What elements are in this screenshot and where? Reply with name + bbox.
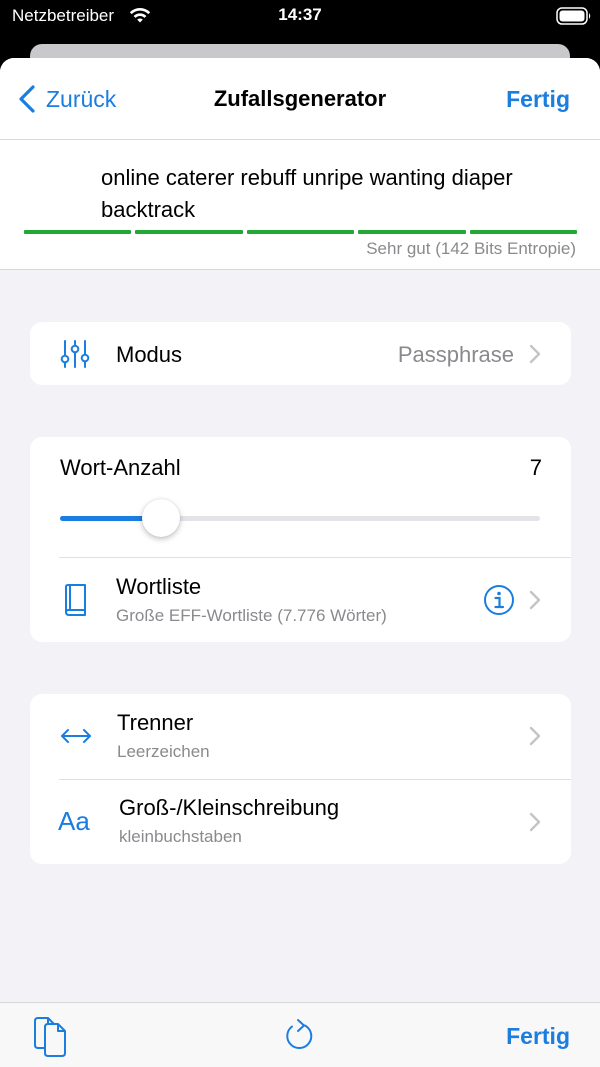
arrows-horizontal-icon	[61, 729, 91, 743]
chevron-right-icon	[529, 344, 541, 364]
navigation-bar: Zurück Zufallsgenerator Fertig	[0, 58, 600, 140]
status-bar: Netzbetreiber 14:37	[0, 0, 600, 32]
sliders-icon	[60, 340, 90, 368]
strength-segment	[246, 230, 355, 234]
format-settings-group: Trenner Leerzeichen Aa Groß-/Kleinschrei…	[30, 694, 571, 864]
book-icon	[65, 584, 86, 616]
word-count-slider[interactable]	[60, 499, 540, 537]
word-settings-group: Wort-Anzahl 7 Wortliste Große EFF-Wortli…	[30, 437, 571, 642]
strength-segment	[469, 230, 578, 234]
slider-thumb[interactable]	[141, 499, 180, 537]
battery-icon	[556, 7, 591, 25]
mode-title: Modus	[116, 342, 183, 367]
word-count-row: Wort-Anzahl 7	[30, 437, 571, 557]
chevron-right-icon	[529, 812, 541, 832]
clock: 14:37	[278, 5, 322, 24]
case-row[interactable]: Aa Groß-/Kleinschreibung kleinbuchstaben	[30, 780, 571, 864]
toolbar-done-button[interactable]: Fertig	[506, 1023, 570, 1050]
strength-segment	[135, 230, 243, 234]
mode-group: Modus Passphrase	[30, 322, 571, 385]
strength-label: Sehr gut (142 Bits Entropie)	[366, 239, 576, 258]
separator-subtitle: Leerzeichen	[117, 742, 210, 761]
word-count-label: Wort-Anzahl	[60, 455, 181, 480]
wordlist-title: Wortliste	[116, 574, 202, 599]
case-subtitle: kleinbuchstaben	[119, 827, 242, 846]
text-case-icon: Aa	[58, 806, 90, 836]
strength-segment	[24, 230, 132, 234]
done-button[interactable]: Fertig	[506, 86, 570, 113]
copy-icon[interactable]	[32, 1015, 68, 1057]
strength-segment	[358, 230, 466, 234]
info-icon[interactable]	[483, 584, 515, 616]
strength-meter	[24, 230, 578, 234]
chevron-right-icon	[529, 590, 541, 610]
generator-sheet: Zurück Zufallsgenerator Fertig online ca…	[0, 58, 600, 1067]
chevron-right-icon	[529, 726, 541, 746]
bottom-toolbar: Fertig	[0, 1002, 600, 1067]
word-count-value: 7	[529, 455, 542, 480]
mode-row[interactable]: Modus Passphrase	[30, 322, 571, 385]
generated-password-area: online caterer rebuff unripe wanting dia…	[0, 140, 600, 270]
separator-title: Trenner	[117, 710, 194, 735]
case-title: Groß-/Kleinschreibung	[119, 795, 340, 820]
separator-row[interactable]: Trenner Leerzeichen	[30, 694, 571, 779]
screen: Netzbetreiber 14:37 Zurück Zufallsgenera…	[0, 0, 600, 1067]
generated-passphrase[interactable]: online caterer rebuff unripe wanting dia…	[101, 162, 571, 226]
mode-value: Passphrase	[397, 342, 514, 367]
wordlist-row[interactable]: Wortliste Große EFF-Wortliste (7.776 Wör…	[30, 558, 571, 642]
refresh-icon[interactable]	[284, 1017, 316, 1053]
wordlist-subtitle: Große EFF-Wortliste (7.776 Wörter)	[116, 606, 387, 625]
